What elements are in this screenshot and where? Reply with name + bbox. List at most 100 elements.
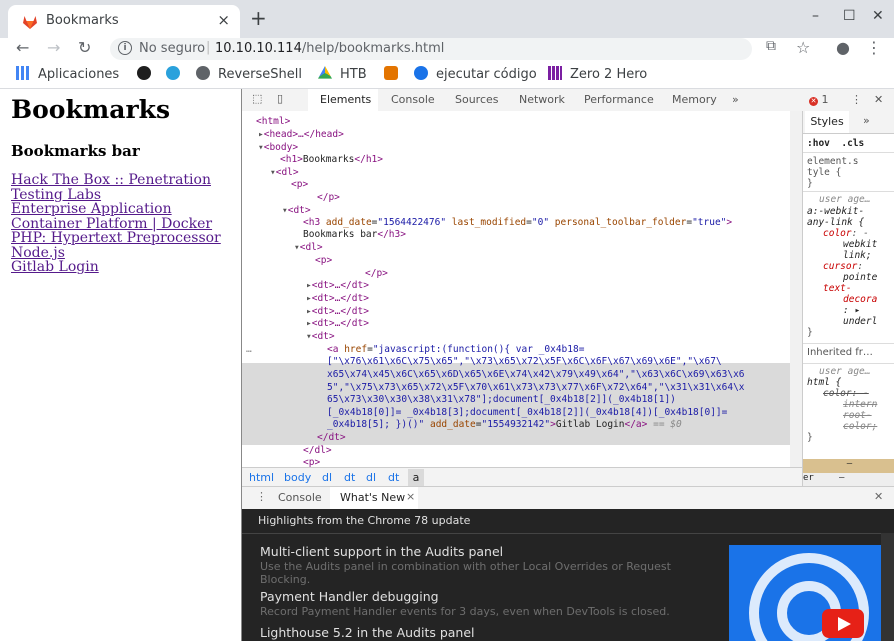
bookmark-ejecutar[interactable]: ejecutar código <box>414 66 537 82</box>
more-tabs-button[interactable]: » <box>732 93 739 106</box>
drawer-menu-icon[interactable]: ⋮ <box>256 490 267 503</box>
elements-scrollbar[interactable] <box>790 111 802 467</box>
link-nodejs[interactable]: Node.js <box>11 245 239 261</box>
styles-tabbar: Styles » <box>803 111 894 134</box>
tab-styles[interactable]: Styles <box>805 111 849 133</box>
bookmark-telegram[interactable] <box>166 66 188 82</box>
dom-p-close: </p> <box>317 192 340 203</box>
crumb-dt[interactable]: dt <box>344 471 355 484</box>
dom-dl2[interactable]: ▾<dl> <box>294 242 323 253</box>
devtools-panel: ⬚ ▯ Elements Console Sources Network Per… <box>241 89 894 641</box>
ua-prop-cursor: cursor: <box>823 261 864 272</box>
dom-anchor[interactable]: <a href="javascript:(function(){ var _0x… <box>327 344 584 355</box>
reload-button[interactable]: ↻ <box>78 38 91 57</box>
crumb-dl[interactable]: dl <box>322 471 332 484</box>
crumb-dt[interactable]: dt <box>388 471 399 484</box>
devtools-menu-icon[interactable]: ⋮ <box>851 93 862 106</box>
whats-new-item-title[interactable]: Multi-client support in the Audits panel <box>260 544 503 559</box>
dom-dl[interactable]: ▾<dl> <box>270 167 299 178</box>
styles-more-button[interactable]: » <box>863 114 870 127</box>
hacker-icon <box>384 66 398 80</box>
node-ellipsis-icon[interactable]: … <box>246 344 252 355</box>
whats-new-item-title[interactable]: Payment Handler debugging <box>260 589 439 604</box>
href-line-5: 65\x73\x30\x30\x38\x31\x78"];document[_0… <box>327 394 676 405</box>
whats-new-label: What's New <box>340 491 406 504</box>
play-video-icon[interactable] <box>822 609 864 638</box>
new-tab-button[interactable]: + <box>250 6 267 30</box>
info-icon[interactable]: i <box>118 41 132 55</box>
drawer-scrollbar[interactable] <box>881 533 894 641</box>
drawer-tab-whats-new[interactable]: What's New × <box>330 487 418 509</box>
minimize-button[interactable]: – <box>812 8 819 24</box>
dom-dt-collapsed[interactable]: ▸<dt>…</dt> <box>306 280 369 291</box>
bookmark-6[interactable] <box>384 66 406 82</box>
link-docker[interactable]: Enterprise Application Container Platfor… <box>11 202 239 231</box>
bookmark-reverseshell[interactable]: ReverseShell <box>196 66 302 82</box>
drawer-close-icon[interactable]: ✕ <box>874 490 883 503</box>
whats-new-item-title[interactable]: Lighthouse 5.2 in the Audits panel <box>260 625 475 640</box>
tab-elements[interactable]: Elements <box>320 93 371 106</box>
link-php[interactable]: PHP: Hypertext Preprocessor <box>11 231 239 246</box>
gitlab-favicon-icon <box>23 16 37 29</box>
breadcrumb: html body dl dt dl dt a <box>242 467 802 488</box>
dom-head[interactable]: ▸<head>…</head> <box>258 129 344 140</box>
dom-html[interactable]: <html> <box>256 116 290 127</box>
href-line-3: x65\x74\x45\x6C\x65\x6D\x65\x6E\x74\x42\… <box>327 369 745 380</box>
url-text[interactable]: 10.10.10.114/help/bookmarks.html <box>215 41 444 56</box>
devtools-close-icon[interactable]: ✕ <box>874 93 883 106</box>
crumb-html[interactable]: html <box>249 471 274 484</box>
ua-label-2: user age… <box>819 366 871 377</box>
divider <box>803 363 894 364</box>
drawer-tab-console[interactable]: Console <box>278 491 322 504</box>
dom-p2[interactable]: <p> <box>315 255 332 266</box>
window-close-button[interactable]: ✕ <box>872 8 884 24</box>
tab-close-icon[interactable]: × <box>217 11 230 29</box>
bookmark-apps[interactable]: Aplicaciones <box>16 66 119 82</box>
tab-sources[interactable]: Sources <box>455 93 499 106</box>
device-toggle-icon[interactable]: ▯ <box>277 92 283 105</box>
drawer-tabbar: ⋮ Console What's New × ✕ <box>242 486 894 510</box>
bookmark-star-icon[interactable]: ☆ <box>796 38 810 57</box>
dom-body[interactable]: ▾<body> <box>258 142 298 153</box>
bookmarks-bar: Aplicaciones ReverseShell HTB ejecutar c… <box>0 63 894 89</box>
crumb-body[interactable]: body <box>284 471 311 484</box>
tab-network[interactable]: Network <box>519 93 565 106</box>
bookmark-2[interactable] <box>137 66 159 82</box>
ua-selector-2: any-link { <box>807 217 865 228</box>
error-icon: ✕ <box>809 97 818 106</box>
browser-tab[interactable]: Bookmarks × <box>8 5 240 38</box>
link-hackthebox[interactable]: Hack The Box :: Penetration Testing Labs <box>11 173 239 202</box>
dom-dt-open[interactable]: ▾<dt> <box>306 331 335 342</box>
ua-prop-color: color: - <box>823 228 869 239</box>
back-button[interactable]: ← <box>16 38 29 57</box>
translate-icon[interactable]: ⧉ <box>766 38 776 54</box>
html-prop-val: root- <box>843 410 872 421</box>
browser-toolbar: ← → ↻ i No seguro | 10.10.10.114/help/bo… <box>0 38 894 63</box>
href-line-7: _0x4b18[5]; })()" add_date="1554932142">… <box>327 419 682 430</box>
dom-p[interactable]: <p> <box>291 179 308 190</box>
whats-new-close-icon[interactable]: × <box>406 490 415 503</box>
account-icon[interactable]: ● <box>836 38 850 57</box>
dom-dt[interactable]: ▾<dt> <box>282 205 311 216</box>
bookmark-zero2hero[interactable]: Zero 2 Hero <box>548 66 647 82</box>
tab-console[interactable]: Console <box>391 93 435 106</box>
ua-prop-val: underl <box>843 316 878 327</box>
maximize-button[interactable]: ☐ <box>843 8 856 24</box>
bookmark-htb[interactable]: HTB <box>318 66 367 82</box>
error-counter[interactable]: ✕ 1 <box>809 93 829 106</box>
dom-dt-collapsed[interactable]: ▸<dt>…</dt> <box>306 293 369 304</box>
hov-toggle[interactable]: :hov .cls <box>807 138 864 149</box>
menu-icon[interactable]: ⋮ <box>866 38 882 57</box>
cls-toggle[interactable]: .cls <box>841 138 864 149</box>
crumb-dl[interactable]: dl <box>366 471 376 484</box>
link-gitlab-login[interactable]: Gitlab Login <box>11 260 239 275</box>
dom-dt-collapsed[interactable]: ▸<dt>…</dt> <box>306 306 369 317</box>
inspect-icon[interactable]: ⬚ <box>252 92 262 105</box>
dom-h1[interactable]: <h1>Bookmarks</h1> <box>280 154 383 165</box>
address-bar[interactable]: i No seguro | 10.10.10.114/help/bookmark… <box>110 38 752 60</box>
tab-memory[interactable]: Memory <box>672 93 717 106</box>
dom-dt-collapsed[interactable]: ▸<dt>…</dt> <box>306 318 369 329</box>
forward-button[interactable]: → <box>47 38 60 57</box>
dom-h3[interactable]: <h3 add_date="1564422476" last_modified=… <box>303 217 732 228</box>
tab-performance[interactable]: Performance <box>584 93 654 106</box>
